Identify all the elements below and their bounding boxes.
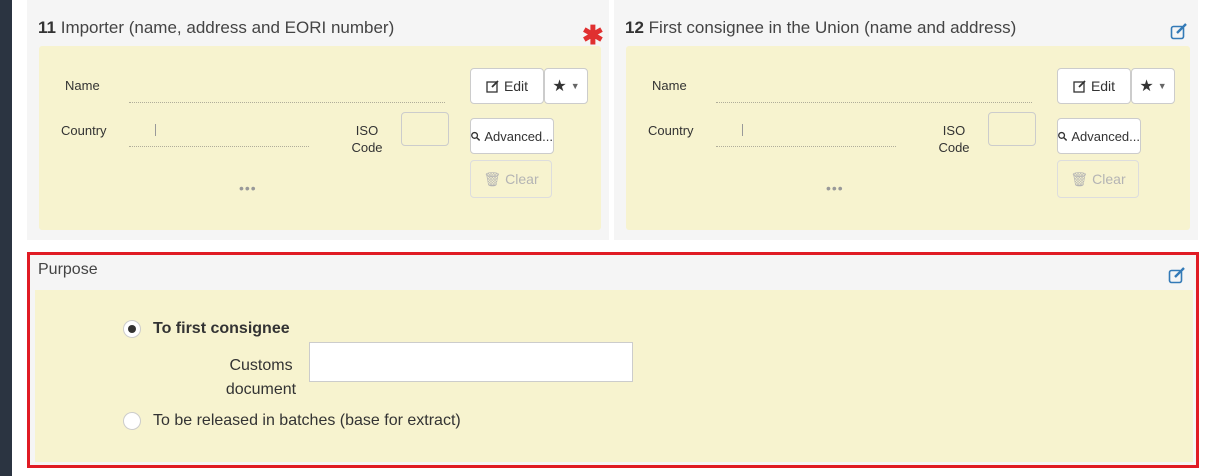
trash-icon: 🗑 xyxy=(1070,170,1089,187)
importer-iso-line1: ISO xyxy=(355,123,379,138)
search-icon xyxy=(1058,131,1068,141)
consignee-clear-button[interactable]: 🗑 Clear xyxy=(1057,160,1139,198)
consignee-name-label: Name xyxy=(652,78,687,93)
purpose-highlight-frame xyxy=(27,252,1199,468)
importer-country-field[interactable] xyxy=(129,146,309,147)
consignee-country-label: Country xyxy=(648,123,694,138)
consignee-country-cursor xyxy=(742,124,743,136)
consignee-edit-button[interactable]: Edit xyxy=(1057,68,1131,104)
importer-advanced-label: Advanced... xyxy=(484,128,553,144)
consignee-advanced-label: Advanced... xyxy=(1071,128,1140,144)
consignee-country-field[interactable] xyxy=(716,146,896,147)
importer-iso-label: ISO Code xyxy=(345,122,389,156)
importer-iso-input[interactable] xyxy=(401,112,449,146)
importer-country-label: Country xyxy=(61,123,107,138)
consignee-title: 12 First consignee in the Union (name an… xyxy=(625,18,1016,38)
importer-favorites-dropdown[interactable]: ★ ▼ xyxy=(544,68,588,104)
consignee-edit-icon[interactable] xyxy=(1170,22,1188,40)
consignee-clear-label: Clear xyxy=(1092,171,1126,187)
importer-iso-line2: Code xyxy=(351,140,383,155)
consignee-panel: 12 First consignee in the Union (name an… xyxy=(614,0,1198,240)
consignee-iso-input[interactable] xyxy=(988,112,1036,146)
consignee-edit-label: Edit xyxy=(1090,78,1116,94)
importer-clear-button[interactable]: 🗑 Clear xyxy=(470,160,552,198)
trash-icon: 🗑 xyxy=(483,170,502,187)
importer-box: Name Country ISO Code ••• Edit ★ ▼ Advan… xyxy=(39,46,601,230)
importer-title: 11 Importer (name, address and EORI numb… xyxy=(38,18,394,38)
importer-country-cursor xyxy=(155,124,156,136)
consignee-iso-line2: Code xyxy=(938,140,970,155)
star-icon: ★ xyxy=(1139,78,1154,95)
consignee-box: Name Country ISO Code ••• Edit ★ ▼ Advan… xyxy=(626,46,1190,230)
importer-clear-label: Clear xyxy=(505,171,539,187)
star-icon: ★ xyxy=(552,78,567,95)
consignee-name-field[interactable] xyxy=(716,102,1032,103)
importer-name-field[interactable] xyxy=(129,102,445,103)
caret-down-icon: ▼ xyxy=(1157,81,1167,91)
importer-edit-button[interactable]: Edit xyxy=(470,68,544,104)
importer-name-label: Name xyxy=(65,78,100,93)
consignee-iso-label: ISO Code xyxy=(932,122,976,156)
search-icon xyxy=(471,131,481,141)
caret-down-icon: ▼ xyxy=(570,81,580,91)
consignee-favorites-dropdown[interactable]: ★ ▼ xyxy=(1131,68,1175,104)
importer-number: 11 xyxy=(38,18,56,37)
importer-title-text: Importer (name, address and EORI number) xyxy=(60,18,395,37)
edit-icon xyxy=(1073,80,1086,93)
importer-edit-label: Edit xyxy=(503,78,529,94)
consignee-title-text: First consignee in the Union (name and a… xyxy=(648,18,1017,37)
consignee-more-icon[interactable]: ••• xyxy=(826,180,844,196)
required-asterisk-icon: ✱ xyxy=(582,20,604,50)
importer-advanced-button[interactable]: Advanced... xyxy=(470,118,554,154)
consignee-advanced-button[interactable]: Advanced... xyxy=(1057,118,1141,154)
consignee-iso-line1: ISO xyxy=(942,123,966,138)
left-sidebar-edge xyxy=(0,0,12,476)
importer-more-icon[interactable]: ••• xyxy=(239,180,257,196)
edit-icon xyxy=(486,80,499,93)
consignee-number: 12 xyxy=(625,18,644,37)
importer-panel: 11 Importer (name, address and EORI numb… xyxy=(27,0,609,240)
